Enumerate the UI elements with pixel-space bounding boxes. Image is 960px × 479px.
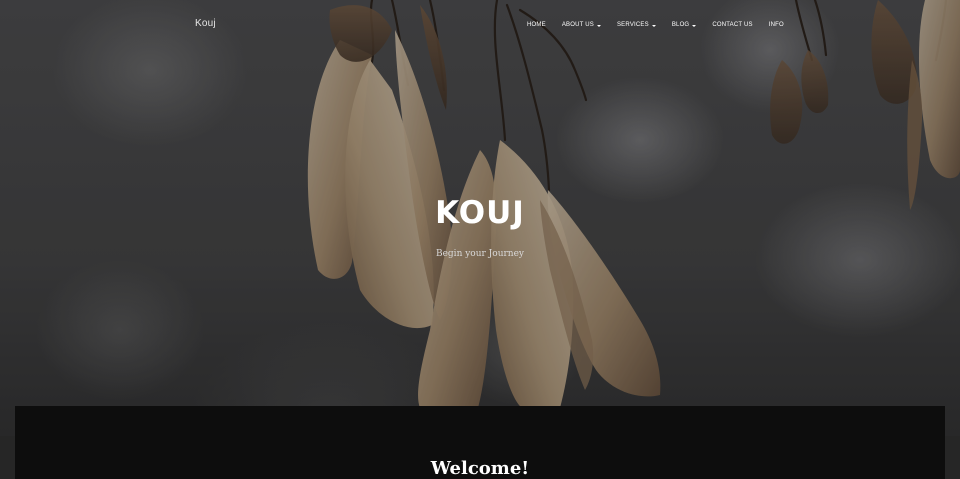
caret-down-icon [692,24,697,27]
welcome-section: Welcome! [15,406,945,479]
main-navbar: Kouj Home About Us Services Blog Contact… [0,0,960,48]
welcome-heading: Welcome! [430,458,530,479]
nav-item-blog[interactable]: Blog [664,20,704,30]
nav-item-label: About Us [561,22,594,28]
nav-item-label: Contact Us [712,22,753,28]
nav-item-label: Info [768,22,784,28]
hero-title: KOUJ [435,195,525,231]
nav-item-home[interactable]: Home [519,20,554,30]
nav-item-label: Blog [671,22,690,28]
nav-item-services[interactable]: Services [609,20,664,30]
brand-logo-link[interactable]: Kouj [195,18,216,29]
nav-menu: Home About Us Services Blog Contact Us I… [519,20,792,30]
caret-down-icon [651,24,656,27]
nav-item-label: Services [616,22,649,28]
page: Kouj Home About Us Services Blog Contact… [0,0,960,479]
nav-item-contact-us[interactable]: Contact Us [704,20,760,30]
caret-down-icon [596,24,601,27]
nav-item-info[interactable]: Info [761,20,792,30]
nav-item-about-us[interactable]: About Us [554,20,609,30]
hero-subtitle: Begin your Journey [435,249,525,259]
nav-item-label: Home [527,22,546,28]
